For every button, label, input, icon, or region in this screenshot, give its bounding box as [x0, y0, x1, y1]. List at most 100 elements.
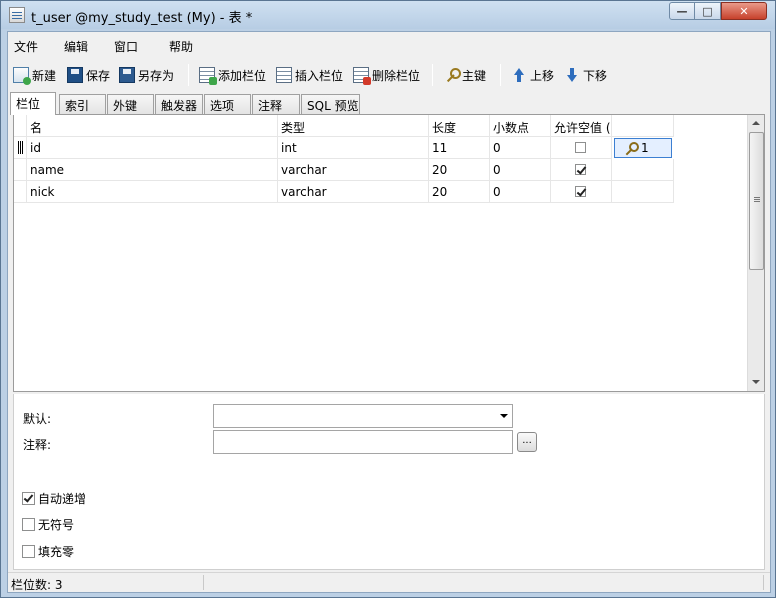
- new-icon: [13, 67, 31, 85]
- save-button[interactable]: 保存: [67, 66, 110, 84]
- header-allow-null[interactable]: 允许空值 (: [551, 115, 612, 137]
- scroll-down-arrow-icon[interactable]: [748, 374, 764, 390]
- comment-input[interactable]: [213, 430, 513, 454]
- header-type[interactable]: 类型: [278, 115, 429, 137]
- key-order: 1: [641, 141, 649, 155]
- zerofill-option[interactable]: 填充零: [22, 543, 74, 560]
- toolbar-separator: [432, 64, 433, 86]
- menu-file[interactable]: 文件: [14, 38, 38, 55]
- cell-decimals[interactable]: 0: [490, 159, 551, 181]
- cell-allow-null[interactable]: [551, 159, 612, 181]
- text-cursor-icon: [18, 141, 23, 154]
- insert-column-button[interactable]: 插入栏位: [276, 66, 343, 84]
- maximize-button[interactable]: □: [695, 2, 721, 20]
- cell-key[interactable]: [612, 159, 674, 181]
- row-header: [14, 115, 27, 137]
- auto-increment-checkbox[interactable]: [22, 492, 35, 505]
- tab-comment[interactable]: 注释: [252, 94, 300, 114]
- row-header[interactable]: [14, 181, 27, 203]
- table-icon: [9, 7, 25, 23]
- auto-increment-label: 自动递增: [38, 492, 87, 506]
- allow-null-checkbox[interactable]: [575, 142, 586, 153]
- menu-help[interactable]: 帮助: [169, 38, 193, 55]
- save-label: 保存: [86, 68, 111, 83]
- primary-key-button[interactable]: 主键: [443, 66, 486, 84]
- default-select[interactable]: [213, 404, 513, 428]
- cell-decimals[interactable]: 0: [490, 181, 551, 203]
- menu-bar: 文件 编辑 窗口 帮助: [8, 32, 770, 58]
- cell-type[interactable]: int: [278, 137, 429, 159]
- key-icon: [443, 67, 461, 83]
- move-down-button[interactable]: 下移: [564, 66, 607, 84]
- menu-window[interactable]: 窗口: [114, 38, 138, 55]
- table-row[interactable]: nick varchar 20 0: [14, 181, 674, 203]
- auto-increment-option[interactable]: 自动递增: [22, 490, 86, 507]
- tab-indexes[interactable]: 索引: [59, 94, 106, 114]
- allow-null-checkbox[interactable]: [575, 164, 586, 175]
- status-divider: [763, 575, 764, 590]
- title-bar[interactable]: t_user @my_study_test (My) - 表 * — □ ✕: [1, 1, 775, 29]
- add-column-button[interactable]: 添加栏位: [199, 66, 267, 85]
- add-column-icon: [199, 67, 217, 85]
- close-button[interactable]: ✕: [721, 2, 767, 20]
- tab-options[interactable]: 选项: [204, 94, 251, 114]
- add-column-label: 添加栏位: [218, 68, 267, 83]
- unsigned-label: 无符号: [38, 518, 75, 532]
- cell-length[interactable]: 11: [429, 137, 490, 159]
- new-label: 新建: [32, 68, 57, 83]
- cell-length[interactable]: 20: [429, 181, 490, 203]
- browse-button[interactable]: ...: [517, 432, 537, 452]
- field-count-status: 栏位数: 3: [11, 578, 63, 592]
- unsigned-option[interactable]: 无符号: [22, 516, 74, 533]
- row-header[interactable]: [14, 159, 27, 181]
- move-up-button[interactable]: 上移: [511, 66, 554, 84]
- cell-name[interactable]: nick: [27, 181, 278, 203]
- client-area: 文件 编辑 窗口 帮助 新建 保存 另存为 添加栏位 插入栏位 删除栏位 主键 …: [7, 31, 771, 593]
- save-as-button[interactable]: 另存为: [119, 66, 174, 84]
- tab-foreign-keys[interactable]: 外键: [107, 94, 154, 114]
- scroll-up-arrow-icon[interactable]: [748, 115, 764, 131]
- minimize-button[interactable]: —: [669, 2, 695, 20]
- table-row[interactable]: name varchar 20 0: [14, 159, 674, 181]
- table-designer-window: t_user @my_study_test (My) - 表 * — □ ✕ 文…: [0, 0, 776, 598]
- header-length[interactable]: 长度: [429, 115, 490, 137]
- cell-type[interactable]: varchar: [278, 159, 429, 181]
- cell-decimals[interactable]: 0: [490, 137, 551, 159]
- row-header[interactable]: [14, 137, 27, 159]
- primary-key-cell[interactable]: 1: [614, 138, 672, 158]
- move-down-label: 下移: [583, 68, 608, 83]
- cell-length[interactable]: 20: [429, 159, 490, 181]
- cell-type[interactable]: varchar: [278, 181, 429, 203]
- table-row[interactable]: id int 11 0 1: [14, 137, 674, 159]
- cell-allow-null[interactable]: [551, 181, 612, 203]
- unsigned-checkbox[interactable]: [22, 518, 35, 531]
- menu-edit[interactable]: 编辑: [64, 38, 88, 55]
- window-title: t_user @my_study_test (My) - 表 *: [31, 11, 253, 26]
- scrollbar-thumb[interactable]: [749, 132, 764, 270]
- cell-allow-null[interactable]: [551, 137, 612, 159]
- header-name[interactable]: 名: [27, 115, 278, 137]
- tab-strip: 栏位 索引 外键 触发器 选项 注释 SQL 预览: [8, 92, 770, 115]
- key-icon: [623, 141, 639, 155]
- grip-icon: [754, 197, 760, 198]
- header-decimals[interactable]: 小数点: [490, 115, 551, 137]
- header-key[interactable]: [612, 115, 674, 137]
- cell-key[interactable]: [612, 181, 674, 203]
- move-up-label: 上移: [530, 68, 555, 83]
- zerofill-checkbox[interactable]: [22, 545, 35, 558]
- save-as-icon: [119, 67, 135, 83]
- new-button[interactable]: 新建: [13, 66, 57, 85]
- cell-name[interactable]: id: [27, 137, 278, 159]
- fields-grid: 名 类型 长度 小数点 允许空值 ( id int 11 0 1 name va…: [13, 114, 765, 392]
- allow-null-checkbox[interactable]: [575, 186, 586, 197]
- vertical-scrollbar[interactable]: [747, 115, 764, 391]
- field-properties-panel: 默认: 注释: ... 自动递增 无符号 填充零: [13, 394, 765, 570]
- cell-name[interactable]: name: [27, 159, 278, 181]
- tab-sql-preview[interactable]: SQL 预览: [301, 94, 360, 114]
- tab-fields[interactable]: 栏位: [10, 92, 56, 115]
- grid-header-row: 名 类型 长度 小数点 允许空值 (: [14, 115, 674, 137]
- dropdown-arrow-icon[interactable]: [500, 414, 508, 418]
- insert-column-label: 插入栏位: [295, 68, 344, 83]
- tab-triggers[interactable]: 触发器: [155, 94, 203, 114]
- delete-column-button[interactable]: 删除栏位: [353, 66, 420, 85]
